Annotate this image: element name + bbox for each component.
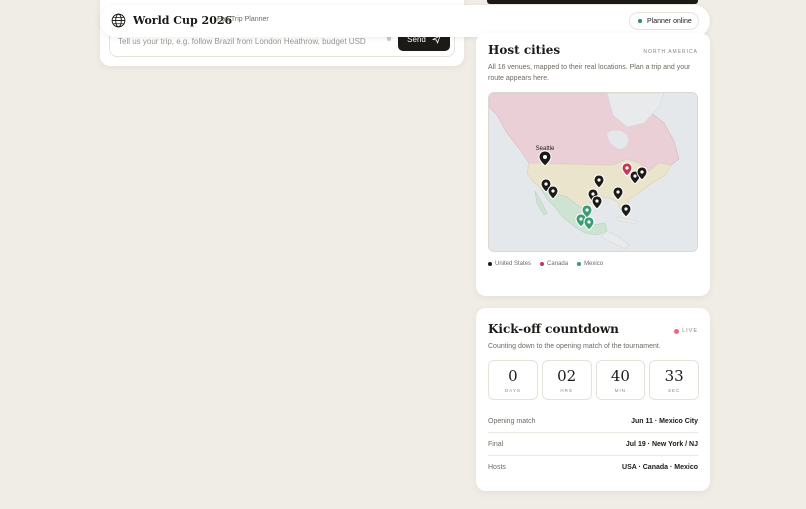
status-badge: Planner online bbox=[629, 12, 699, 30]
minutes-value: 40 bbox=[610, 366, 630, 385]
legend-label-mexico: Mexico bbox=[584, 261, 604, 267]
live-label: LIVE bbox=[682, 328, 698, 334]
legend-dot-us bbox=[488, 262, 492, 266]
seattle-label: Seattle bbox=[536, 146, 555, 152]
app-subtitle: Fan Trip Planner bbox=[217, 16, 269, 23]
region-tag: NORTH AMERICA bbox=[643, 49, 698, 55]
days-value: 0 bbox=[508, 366, 518, 385]
countdown-days: 0 DAYS bbox=[488, 360, 538, 400]
countdown-seconds: 33 SEC bbox=[649, 360, 699, 400]
hosts-label: Hosts bbox=[488, 464, 506, 471]
host-cities-description: All 16 venues, mapped to their real loca… bbox=[488, 64, 691, 82]
countdown-hours: 02 HRS bbox=[541, 360, 592, 400]
legend-label-canada: Canada bbox=[547, 261, 569, 267]
seconds-value: 33 bbox=[664, 366, 684, 385]
legend-dot-canada bbox=[540, 262, 545, 266]
hosts-value: USA · Canada · Mexico bbox=[622, 464, 698, 471]
live-dot bbox=[674, 328, 680, 334]
countdown-description: Counting down to the opening match of th… bbox=[488, 343, 661, 350]
days-label: DAYS bbox=[504, 387, 521, 393]
legend-item-mexico: Mexico bbox=[577, 261, 603, 267]
map-legend: United States Canada Mexico bbox=[488, 261, 603, 267]
top-action-bar[interactable] bbox=[487, 0, 698, 4]
opening-value: Jun 11 · Mexico City bbox=[631, 417, 698, 425]
countdown-timer: 0 DAYS 02 HRS 40 MIN 33 SEC bbox=[488, 360, 699, 400]
minutes-label: MIN bbox=[614, 387, 626, 393]
host-cities-map[interactable]: Seattle bbox=[488, 92, 698, 252]
hours-value: 02 bbox=[557, 366, 577, 385]
countdown-title: Kick-off countdown bbox=[488, 322, 619, 336]
status-text: Planner online bbox=[647, 17, 692, 25]
host-cities-title: Host cities bbox=[488, 43, 561, 57]
legend-item-us: United States bbox=[488, 261, 531, 267]
info-row-opening: Opening match Jun 11 · Mexico City bbox=[488, 410, 698, 433]
globe-icon bbox=[111, 13, 126, 28]
hours-label: HRS bbox=[560, 387, 573, 393]
seconds-label: SEC bbox=[667, 387, 681, 393]
countdown-card: Kick-off countdown LIVE Counting down to… bbox=[476, 308, 710, 491]
countdown-minutes: 40 MIN bbox=[595, 360, 646, 400]
live-badge: LIVE bbox=[674, 328, 698, 334]
final-label: Final bbox=[488, 440, 504, 448]
legend-item-canada: Canada bbox=[540, 261, 568, 267]
status-dot bbox=[638, 19, 642, 23]
host-cities-card: Host cities NORTH AMERICA All 16 venues,… bbox=[476, 33, 710, 296]
final-value: Jul 19 · New York / NJ bbox=[625, 440, 698, 448]
map-canvas: Seattle bbox=[489, 93, 697, 251]
legend-label-us: United States bbox=[495, 261, 532, 267]
info-row-hosts: Hosts USA · Canada · Mexico bbox=[488, 456, 698, 479]
opening-label: Opening match bbox=[488, 417, 536, 425]
info-row-final: Final Jul 19 · New York / NJ bbox=[488, 433, 698, 456]
legend-dot-mexico bbox=[577, 262, 582, 266]
